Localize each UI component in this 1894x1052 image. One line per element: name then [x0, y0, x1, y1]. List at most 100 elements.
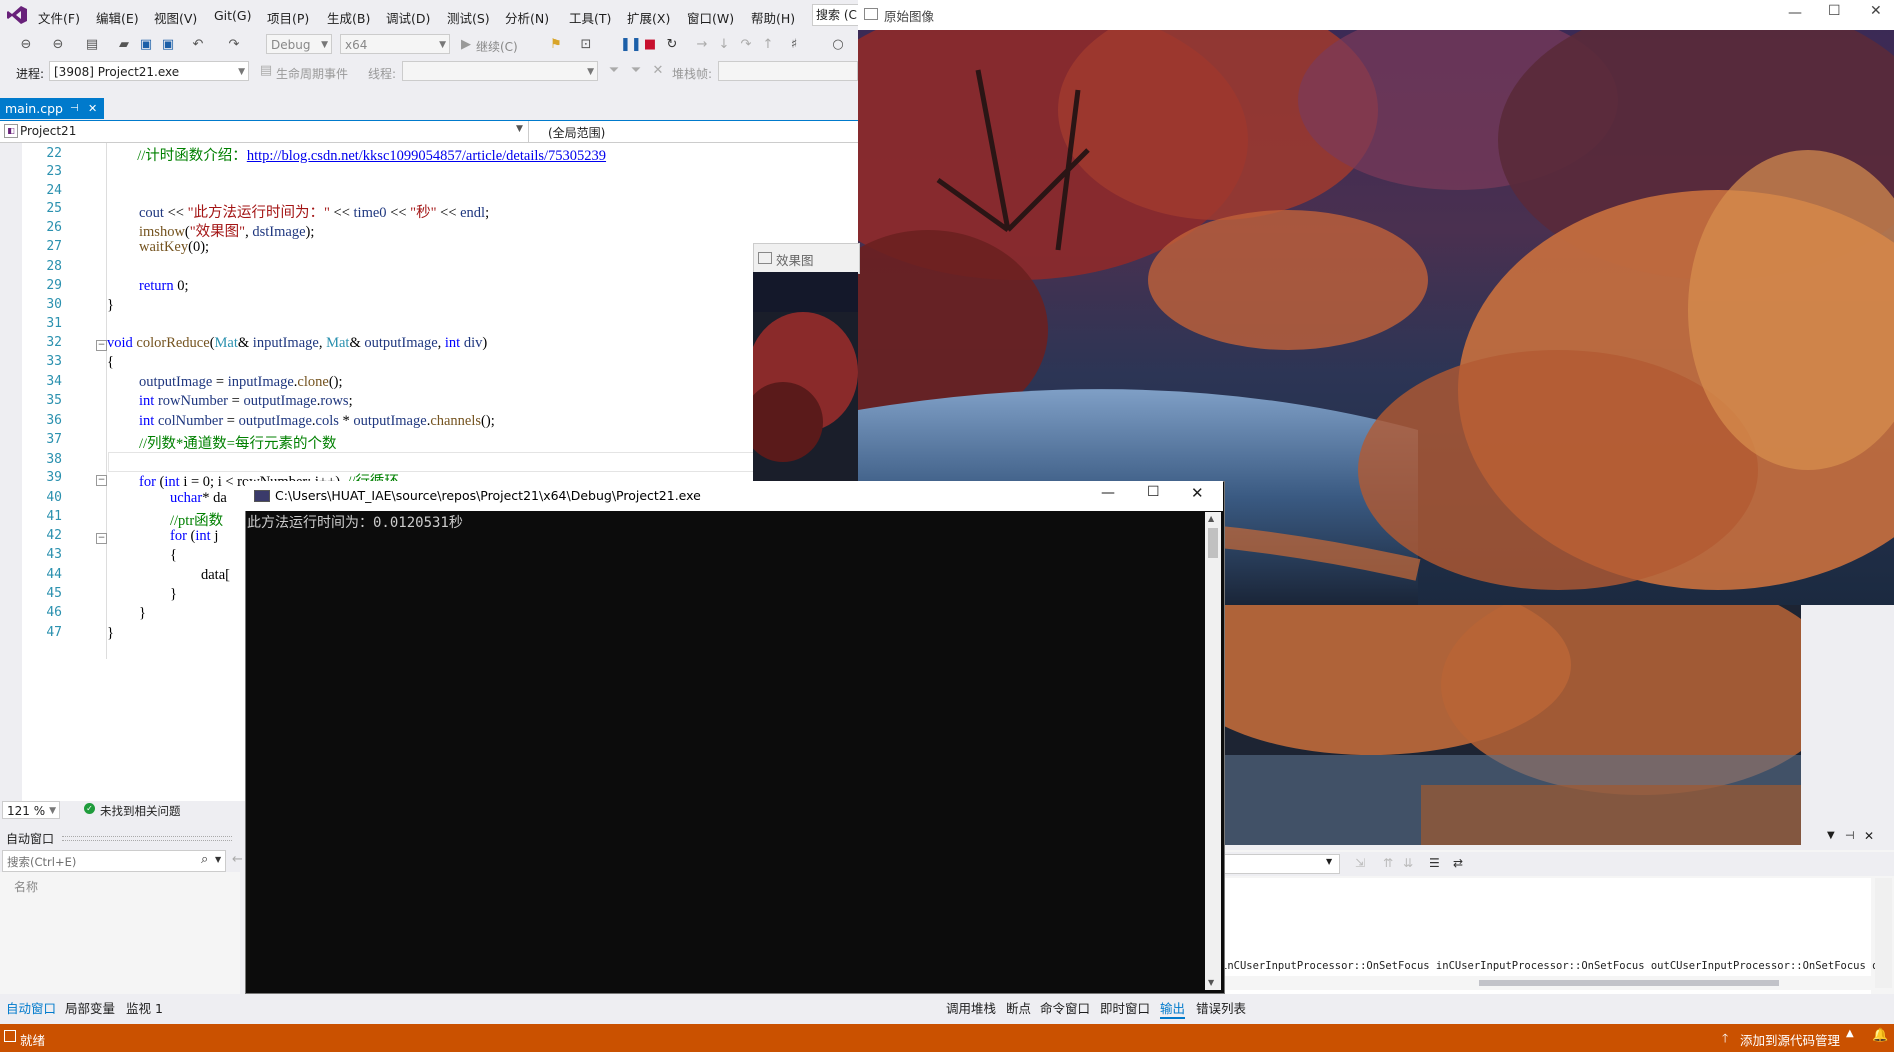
menu-file[interactable]: 文件(F) — [38, 8, 80, 27]
platform-select[interactable]: x64 ▼ — [340, 34, 450, 54]
show-next-statement-icon[interactable]: → — [694, 37, 710, 53]
output-source-select[interactable]: ▼ — [1223, 854, 1340, 874]
hex-display-icon[interactable]: ♯ — [786, 37, 802, 53]
pause-icon[interactable]: ❚❚ — [620, 37, 642, 53]
continue-icon[interactable]: ▶ — [458, 37, 474, 53]
previous-message-icon[interactable]: ⇈ — [1383, 856, 1393, 870]
menu-edit[interactable]: 编辑(E) — [96, 8, 139, 27]
close-icon[interactable]: ✕ — [1191, 484, 1204, 502]
stack-frame-select[interactable] — [718, 61, 858, 81]
original-image-titlebar[interactable]: 原始图像 — ☐ ✕ — [858, 0, 1894, 30]
tab-locals[interactable]: 局部变量 — [65, 998, 115, 1017]
close-icon[interactable]: ✕ — [1864, 829, 1874, 843]
console-titlebar[interactable]: C:\Users\HUAT_IAE\source\repos\Project21… — [245, 481, 1223, 511]
breakpoint-margin[interactable] — [0, 143, 22, 801]
chevron-down-icon[interactable]: ▼ — [1827, 830, 1835, 841]
tab-output[interactable]: 输出 — [1160, 998, 1186, 1019]
save-icon[interactable]: ▣ — [138, 37, 154, 53]
console-scrollbar[interactable]: ▲ ▼ — [1205, 512, 1221, 990]
step-out-icon[interactable]: ↑ — [760, 37, 776, 53]
next-message-icon[interactable]: ⇊ — [1403, 856, 1413, 870]
stop-icon[interactable]: ■ — [642, 37, 658, 53]
clear-all-icon[interactable]: ☰ — [1429, 856, 1440, 870]
search-icon[interactable]: ⌕ — [201, 852, 208, 867]
step-over-icon[interactable]: ↷ — [738, 37, 754, 53]
maximize-icon[interactable]: ☐ — [1828, 3, 1841, 19]
close-icon[interactable]: ✕ — [1870, 3, 1882, 19]
column-header-name[interactable]: 名称 — [14, 878, 38, 895]
flag-threads-icon[interactable]: ✕ — [650, 63, 666, 79]
save-all-icon[interactable]: ▣ — [160, 37, 176, 53]
pin-icon[interactable]: ⊣ — [70, 98, 79, 119]
scroll-down-icon[interactable]: ▼ — [1208, 978, 1214, 987]
scope-select[interactable]: (全局范围) — [548, 124, 605, 141]
project-select[interactable]: Project21 — [20, 124, 76, 138]
menu-project[interactable]: 项目(P) — [267, 8, 309, 27]
undo-icon[interactable]: ↶ — [190, 37, 206, 53]
drag-handle[interactable] — [62, 836, 232, 841]
zoom-select[interactable]: 121 % ▼ — [2, 801, 60, 819]
find-icon[interactable]: ⚑ — [548, 37, 564, 53]
continue-button[interactable]: 继续(C) — [476, 38, 518, 55]
menu-window[interactable]: 窗口(W) — [687, 8, 734, 27]
output-toggle-icon[interactable] — [4, 1030, 16, 1042]
tab-error-list[interactable]: 错误列表 — [1196, 998, 1246, 1017]
collapse-icon[interactable]: − — [96, 340, 107, 351]
menu-view[interactable]: 视图(V) — [154, 8, 197, 27]
tab-main-cpp[interactable]: main.cpp ⊣ ✕ — [0, 98, 104, 119]
redo-icon[interactable]: ↷ — [226, 37, 242, 53]
screenshot-icon[interactable]: ⊡ — [578, 37, 594, 53]
horizontal-scrollbar[interactable] — [1223, 976, 1871, 990]
chevron-down-icon[interactable]: ▼ — [516, 124, 523, 134]
menu-git[interactable]: Git(G) — [214, 8, 252, 23]
tab-call-stack[interactable]: 调用堆栈 — [946, 998, 996, 1017]
forward-icon[interactable]: ⊖ — [50, 37, 66, 53]
minimize-icon[interactable]: — — [1101, 485, 1115, 501]
chevron-down-icon[interactable]: ▼ — [215, 855, 221, 864]
find-message-icon[interactable]: ⇲ — [1355, 856, 1365, 870]
auto-window-search[interactable]: 搜索(Ctrl+E) ⌕ ▼ — [2, 850, 226, 872]
solution-config-select[interactable]: Debug ▼ — [266, 34, 332, 54]
menu-debug[interactable]: 调试(D) — [386, 8, 430, 27]
maximize-icon[interactable]: ☐ — [1147, 484, 1160, 500]
chevron-up-icon[interactable]: ▲ — [1846, 1028, 1854, 1039]
scrollbar-thumb[interactable] — [1479, 980, 1779, 986]
menu-help[interactable]: 帮助(H) — [751, 8, 795, 27]
restart-icon[interactable]: ↻ — [664, 37, 680, 53]
console-window[interactable] — [245, 481, 1225, 994]
menu-build[interactable]: 生成(B) — [327, 8, 370, 27]
menu-tools[interactable]: 工具(T) — [569, 8, 611, 27]
close-icon[interactable]: ✕ — [88, 98, 97, 119]
menu-test[interactable]: 测试(S) — [447, 8, 490, 27]
scroll-up-icon[interactable]: ▲ — [1208, 514, 1214, 523]
lifecycle-icon[interactable]: ▤ — [258, 63, 274, 79]
tab-command-window[interactable]: 命令窗口 — [1040, 998, 1090, 1017]
search-input[interactable]: 搜索 (C — [812, 4, 861, 26]
effect-image-titlebar[interactable]: 效果图 — [753, 243, 860, 274]
step-into-icon[interactable]: ↓ — [716, 37, 732, 53]
pin-icon[interactable]: ⊣ — [1845, 829, 1855, 842]
notifications-icon[interactable]: 🔔 — [1872, 1028, 1888, 1043]
tab-autos[interactable]: 自动窗口 — [6, 998, 56, 1017]
back-arrow-icon[interactable]: ← — [232, 852, 243, 867]
thread-select[interactable]: ▼ — [402, 61, 598, 81]
code-link[interactable]: http://blog.csdn.net/kksc1099054857/arti… — [247, 148, 606, 164]
tab-watch-1[interactable]: 监视 1 — [126, 998, 163, 1017]
tab-immediate-window[interactable]: 即时窗口 — [1100, 998, 1150, 1017]
scrollbar-thumb[interactable] — [1208, 528, 1218, 558]
lifecycle-events-button[interactable]: 生命周期事件 — [276, 65, 348, 82]
collapse-icon[interactable]: − — [96, 475, 107, 486]
tab-breakpoints[interactable]: 断点 — [1006, 998, 1031, 1017]
add-to-source-control-button[interactable]: 添加到源代码管理 — [1740, 1030, 1840, 1049]
back-icon[interactable]: ⊖ — [18, 37, 34, 53]
vertical-scrollbar[interactable] — [1875, 878, 1892, 988]
breakpoint-location-icon[interactable]: ○ — [830, 37, 846, 53]
minimize-icon[interactable]: — — [1788, 5, 1802, 21]
new-project-icon[interactable]: ▤ — [84, 37, 100, 53]
filter-clear-icon[interactable]: ⏷ — [628, 63, 644, 79]
open-file-icon[interactable]: ▰ — [116, 37, 132, 53]
menu-extensions[interactable]: 扩展(X) — [627, 8, 670, 27]
menu-analyze[interactable]: 分析(N) — [505, 8, 549, 27]
word-wrap-icon[interactable]: ⇄ — [1453, 856, 1463, 870]
process-select[interactable]: [3908] Project21.exe ▼ — [49, 61, 249, 81]
